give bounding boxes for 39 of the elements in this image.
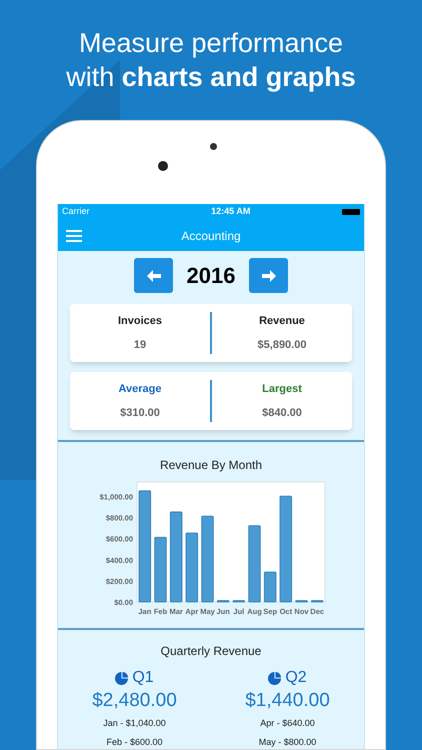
- bar: [264, 572, 276, 602]
- bar: [295, 600, 308, 602]
- month-amount: Jan - $1,040.00: [103, 717, 166, 730]
- headline: with charts and graphs: [66, 61, 356, 94]
- arrow-right-icon: [262, 270, 276, 282]
- stat-value: 19: [134, 338, 146, 353]
- bar: [310, 600, 324, 602]
- arrow-left-icon: [146, 270, 160, 282]
- quarter-label: Q2: [285, 668, 307, 688]
- bar: [154, 536, 167, 602]
- stat-value: $5,890.00: [258, 338, 306, 353]
- month-amount: Feb - $600.00: [106, 736, 163, 748]
- quarter-label: Q1: [132, 668, 154, 688]
- stat-label: Invoices: [118, 314, 162, 328]
- stat-label: Revenue: [259, 314, 305, 328]
- bar: [216, 600, 230, 602]
- pie-chart-icon: [115, 672, 128, 684]
- chart-title: Revenue By Month: [160, 457, 262, 474]
- stat-value: $310.00: [120, 406, 160, 421]
- stat-value: $840.00: [262, 406, 302, 421]
- battery-icon: [342, 209, 360, 215]
- bar: [186, 532, 198, 602]
- month-amount: Apr - $640.00: [260, 717, 315, 730]
- menu-button[interactable]: [66, 230, 82, 242]
- headline: Measure performance: [78, 27, 344, 60]
- bar: [232, 600, 246, 602]
- stat-label: Average: [118, 382, 162, 396]
- previous-year-button[interactable]: [134, 258, 173, 293]
- time-text: 12:45 AM: [211, 205, 250, 218]
- next-year-button[interactable]: [249, 258, 288, 293]
- carrier-text: Carrier: [62, 205, 90, 218]
- nav-title: Accounting: [181, 228, 241, 244]
- quarter-total: $1,440.00: [245, 690, 330, 712]
- quarter-total: $2,480.00: [92, 690, 177, 712]
- month-amount: May - $800.00: [258, 736, 316, 749]
- pie-chart-icon: [268, 672, 282, 684]
- stat-label: Largest: [262, 382, 302, 396]
- year-text: 2016: [186, 262, 236, 290]
- section-title: Quarterly Revenue: [160, 643, 262, 660]
